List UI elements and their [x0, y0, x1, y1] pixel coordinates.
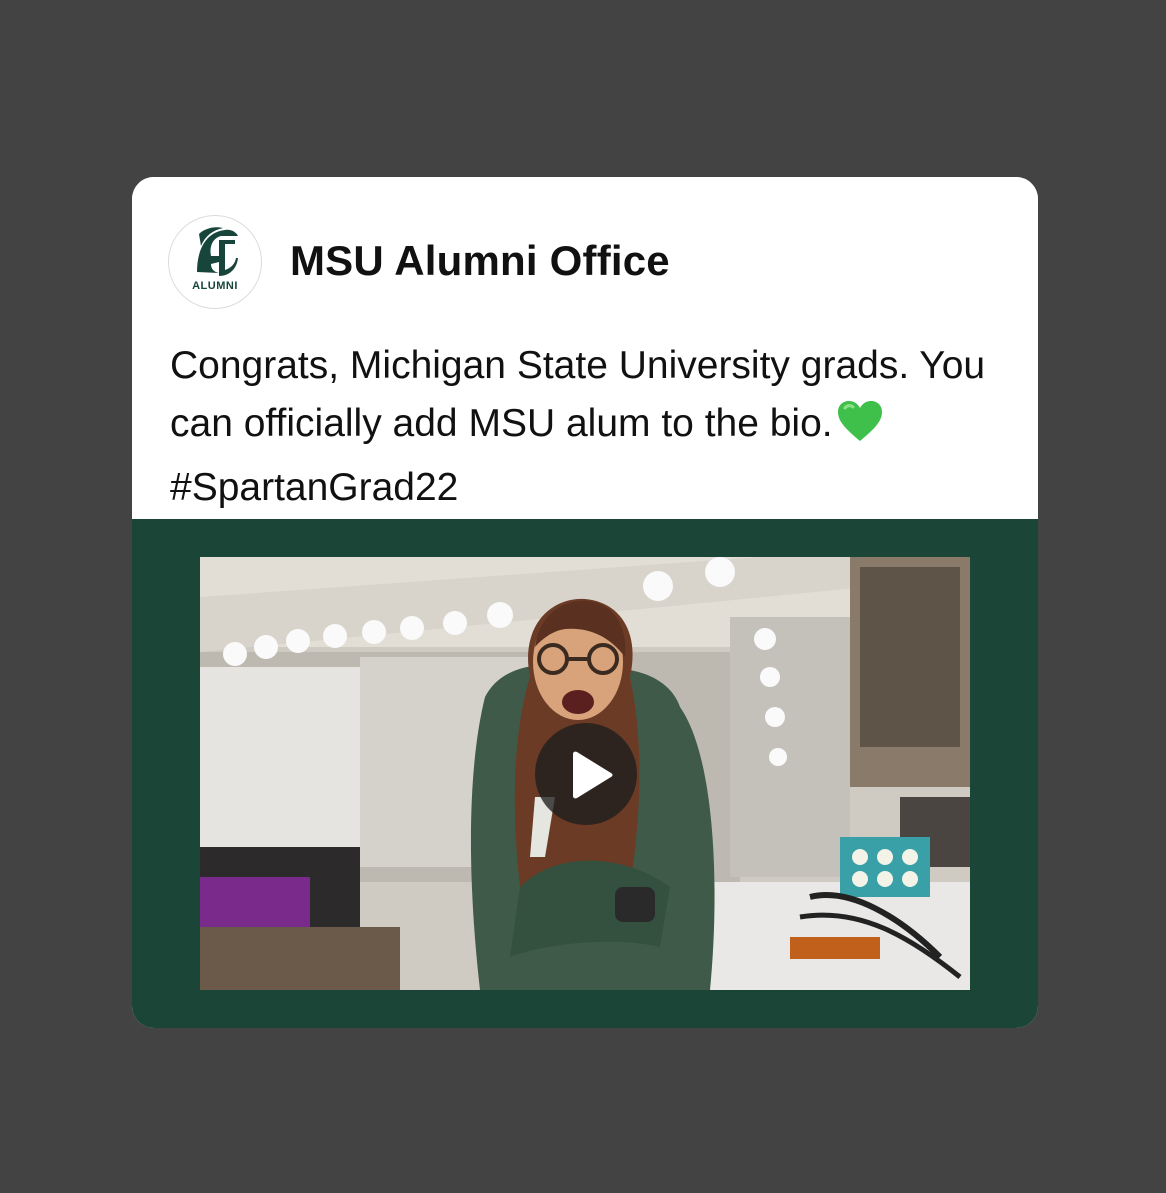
post-header: ALUMNI MSU Alumni Office Congrats, Michi…: [132, 177, 1038, 519]
video-player[interactable]: [200, 557, 970, 990]
play-button[interactable]: [535, 723, 637, 825]
avatar[interactable]: ALUMNI: [168, 215, 262, 309]
account-name[interactable]: MSU Alumni Office: [290, 237, 670, 285]
avatar-label: ALUMNI: [192, 280, 238, 292]
spartan-helmet-icon: [197, 227, 238, 276]
media-area: [132, 519, 1038, 1028]
post-card[interactable]: ALUMNI MSU Alumni Office Congrats, Michi…: [132, 177, 1038, 1028]
post-hashtag[interactable]: #SpartanGrad22: [170, 466, 458, 509]
play-icon: [573, 751, 613, 799]
green-heart-icon: [837, 400, 883, 459]
post-text: Congrats, Michigan State University grad…: [170, 337, 990, 517]
